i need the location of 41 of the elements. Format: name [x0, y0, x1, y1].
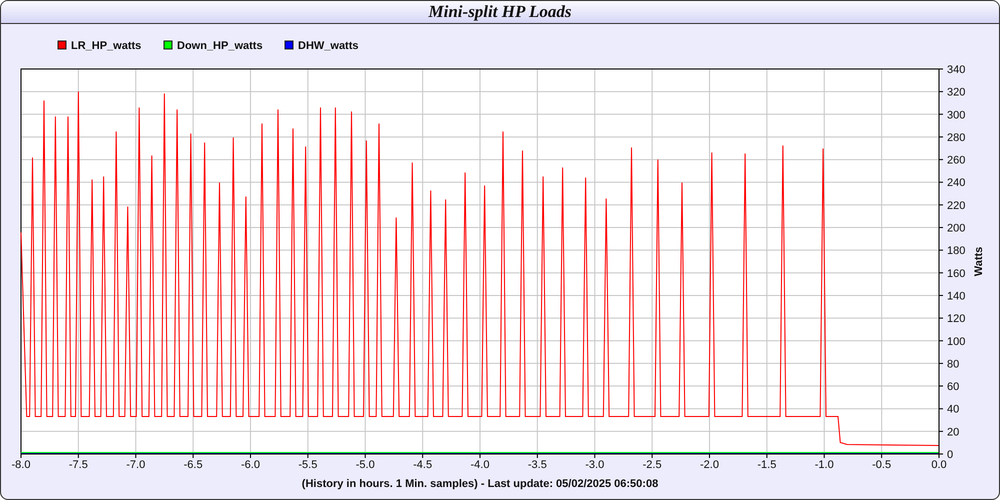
x-tick-label: -3.5 [528, 459, 547, 471]
y-tick-label: 60 [947, 381, 960, 394]
y-axis-title: Watts [973, 246, 985, 276]
legend-label: LR_HP_watts [71, 40, 142, 52]
x-tick-label: 0.0 [931, 459, 947, 471]
y-tick-label: 220 [947, 200, 966, 212]
y-tick-label: 80 [947, 358, 960, 370]
y-tick-label: 160 [947, 268, 966, 280]
y-tick-label: 240 [947, 177, 966, 190]
y-tick-label: 100 [947, 336, 966, 348]
x-tick-label: -1.0 [814, 459, 834, 471]
y-tick-label: 340 [947, 64, 966, 76]
x-tick-label: -2.0 [700, 459, 719, 471]
x-tick-label: -2.5 [642, 459, 662, 471]
y-tick-label: 260 [947, 154, 966, 167]
y-tick-label: 40 [947, 404, 960, 416]
x-tick-label: -4.0 [470, 459, 490, 471]
y-tick-label: 320 [947, 86, 966, 99]
x-tick-label: -1.5 [757, 459, 776, 471]
x-tick-label: -5.0 [356, 459, 375, 471]
x-tick-label: -8.0 [12, 459, 30, 471]
y-tick-label: 280 [947, 132, 966, 144]
y-tick-label: 200 [947, 222, 966, 235]
legend-label: DHW_watts [298, 40, 359, 52]
x-axis-title: (History in hours. 1 Min. samples) - Last update: 05/02/2025 06:50:08 [302, 478, 658, 490]
chart-title: Mini-split HP Loads [428, 2, 572, 22]
y-tick-label: 120 [947, 313, 966, 326]
y-tick-label: 300 [947, 109, 966, 122]
x-tick-label: -7.5 [68, 459, 88, 471]
y-tick-label: 140 [947, 290, 966, 302]
x-tick-label: -3.0 [585, 459, 604, 471]
y-tick-label: 20 [947, 426, 960, 438]
x-tick-label: -7.0 [126, 459, 146, 471]
y-tick-label: 0 [947, 449, 954, 461]
x-tick-label: -6.5 [184, 459, 203, 471]
x-tick-label: -6.0 [241, 459, 260, 471]
x-tick-label: -4.5 [413, 459, 432, 471]
x-tick-label: -5.5 [298, 459, 318, 471]
x-tick-label: -0.5 [872, 459, 892, 471]
y-tick-label: 180 [947, 245, 966, 258]
legend-label: Down_HP_watts [177, 40, 263, 52]
